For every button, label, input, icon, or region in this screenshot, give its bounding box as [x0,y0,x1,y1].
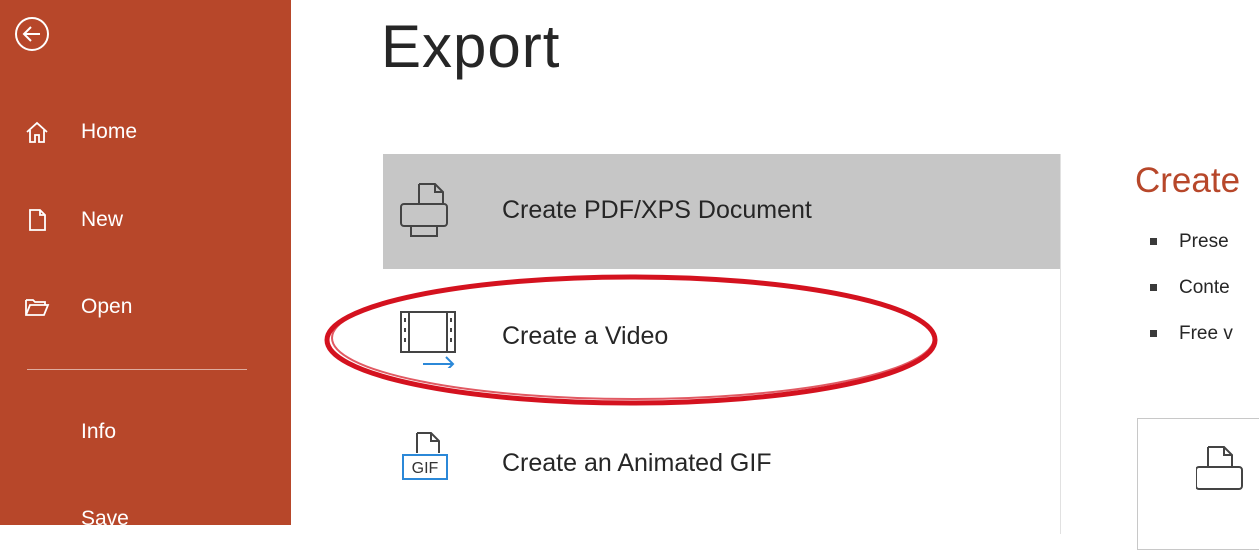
video-export-icon [400,311,456,368]
option-create-video[interactable]: Create a Video [383,279,1060,394]
gif-icon: GIF [402,432,448,480]
detail-title: Create [1135,161,1241,200]
open-folder-icon [25,299,50,316]
sidebar-divider [27,369,247,370]
sidebar-item-new[interactable]: New [0,195,291,245]
option-label: Create a Video [502,322,669,350]
sidebar-item-label: Home [81,120,138,143]
bullet-text: Prese [1179,231,1229,252]
gif-badge-text: GIF [412,460,439,477]
backstage-sidebar: Home New Open Info Save [0,0,291,530]
option-create-animated-gif[interactable]: GIF Create an Animated GIF [383,409,1060,524]
sidebar-item-info[interactable]: Info [0,407,291,457]
bullet-marker [1150,238,1157,246]
option-label: Create PDF/XPS Document [502,196,812,224]
bullet-marker [1150,330,1157,338]
bullet-marker [1150,284,1157,292]
page-title: Export [381,13,561,80]
new-document-icon [29,209,46,231]
option-create-pdf-xps[interactable]: Create PDF/XPS Document [383,154,1060,269]
bullet-text: Conte [1179,277,1230,298]
sidebar-item-label: Save [81,507,129,530]
sidebar-item-open[interactable]: Open [0,282,291,332]
back-arrow-icon [15,17,49,51]
pdf-document-icon [400,183,448,237]
sidebar-item-home[interactable]: Home [0,107,291,157]
option-label: Create an Animated GIF [502,449,772,477]
back-button[interactable] [12,14,52,54]
pdf-document-icon [1196,446,1243,490]
sidebar-item-label: New [81,208,124,231]
bullet-text: Free v [1179,323,1233,344]
sidebar-item-label: Open [81,295,133,318]
detail-bullet: Prese [1150,231,1229,253]
sidebar-item-save[interactable]: Save [0,494,291,544]
detail-bullet: Free v [1150,323,1233,345]
detail-bullet: Conte [1150,277,1230,299]
home-icon [26,121,48,143]
sidebar-item-label: Info [81,420,117,443]
export-options-list: Create PDF/XPS Document Create a Video G… [383,154,1061,534]
create-pdf-xps-button[interactable] [1137,418,1259,550]
